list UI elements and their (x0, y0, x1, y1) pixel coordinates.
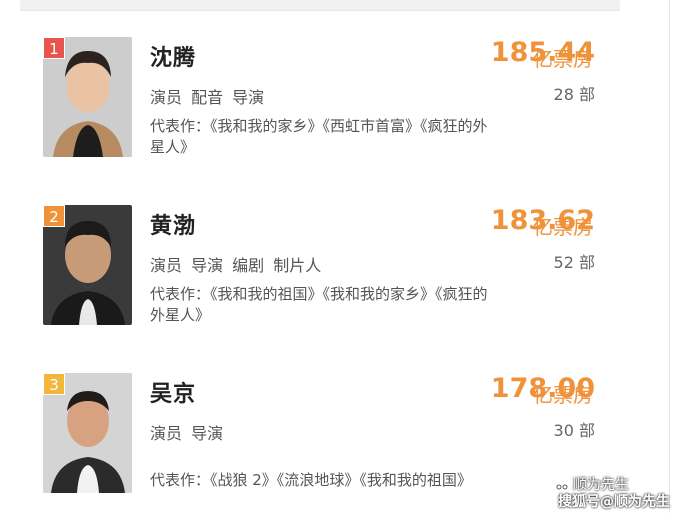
works-line: 星人》 (150, 138, 196, 156)
roles: 演员 配音 导演 (150, 88, 265, 107)
works-line: 代表作：《战狼 2》《流浪地球》《我和我的祖国》 (150, 471, 472, 489)
watermark-bottom: 搜狐号@顺为先生 (558, 494, 670, 510)
rank-badge: 3 (43, 373, 65, 395)
ranking-entry-2[interactable]: 2 黄渤 183.62 亿票房 演员 导演 编剧 制片人 52 部 代表作：《我… (0, 168, 698, 328)
works-line: 代表作：《我和我的家乡》《西虹市首富》《疯狂的外 (150, 117, 488, 135)
works-line: 代表作：《我和我的祖国》《我和我的家乡》《疯狂的 (150, 285, 488, 303)
person-name: 沈腾 (150, 46, 197, 71)
ranking-entry-3[interactable]: 3 吴京 178.00 亿票房 演员 导演 30 部 代表作：《战狼 2》《流浪… (0, 336, 698, 496)
roles: 演员 导演 编剧 制片人 (150, 256, 322, 275)
ranking-entry-1[interactable]: 1 沈腾 185.44 亿票房 演员 配音 导演 28 部 代表作：《我和我的家… (0, 0, 698, 160)
box-office-unit: 亿票房 (533, 47, 593, 71)
person-name: 黄渤 (150, 214, 197, 239)
rank-badge: 2 (43, 205, 65, 227)
roles: 演员 导演 (150, 424, 224, 443)
film-count: 28 部 (553, 85, 595, 104)
person-name: 吴京 (150, 382, 197, 407)
representative-works: 代表作：《我和我的祖国》《我和我的家乡》《疯狂的 外星人》 (150, 284, 590, 326)
works-line: 外星人》 (150, 306, 211, 324)
film-count: 30 部 (553, 421, 595, 440)
representative-works: 代表作：《我和我的家乡》《西虹市首富》《疯狂的外 星人》 (150, 116, 590, 158)
film-count: 52 部 (553, 253, 595, 272)
wechat-icon (555, 480, 569, 490)
rank-badge: 1 (43, 37, 65, 59)
box-office-unit: 亿票房 (533, 383, 593, 407)
box-office-unit: 亿票房 (533, 215, 593, 239)
representative-works: 代表作：《战狼 2》《流浪地球》《我和我的祖国》 (150, 470, 590, 491)
